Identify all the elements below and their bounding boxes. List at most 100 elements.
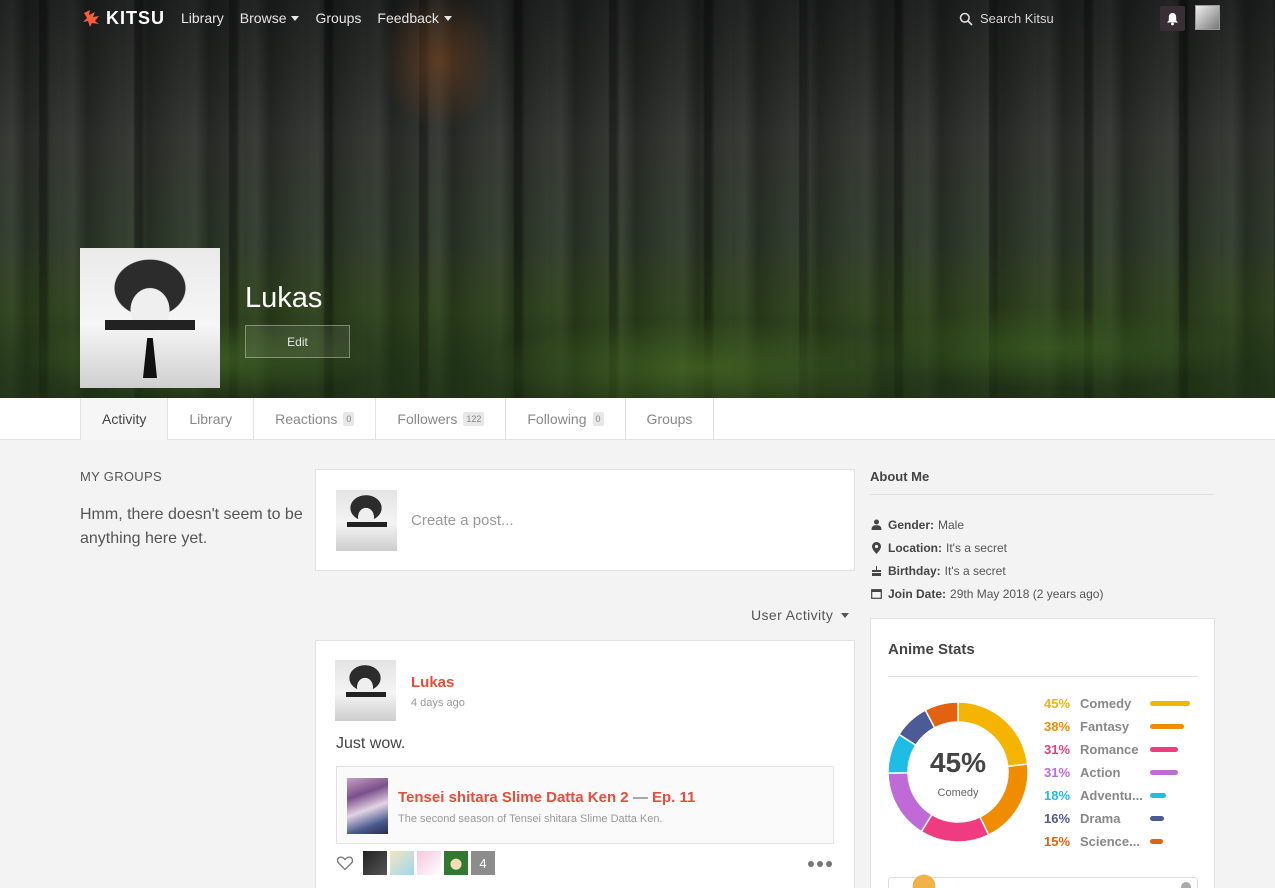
anime-stats-title: Anime Stats — [888, 641, 975, 658]
avatar[interactable] — [335, 660, 396, 721]
dot — [817, 861, 823, 867]
donut-center-label: Comedy — [937, 787, 979, 799]
activity-filter-label: User Activity — [751, 607, 834, 623]
post-author[interactable]: Lukas — [411, 674, 454, 691]
notifications-button[interactable] — [1160, 6, 1185, 31]
profile-tabs: Activity Library Reactions 0 Followers 1… — [80, 398, 715, 440]
cake-icon — [870, 565, 882, 577]
legend-item[interactable]: 15% Science... — [1044, 830, 1190, 853]
donut-slice-romance[interactable] — [920, 813, 990, 842]
legend-percent: 15% — [1044, 834, 1071, 849]
mascot-icon — [907, 868, 941, 888]
search-bar[interactable] — [959, 11, 1140, 26]
legend-genre: Action — [1080, 765, 1121, 780]
tab-activity[interactable]: Activity — [80, 398, 169, 440]
tab-followers[interactable]: Followers 122 — [376, 398, 507, 440]
tab-following[interactable]: Following 0 — [506, 398, 626, 440]
account-avatar[interactable] — [1195, 5, 1220, 30]
nav-groups-label: Groups — [315, 10, 362, 26]
legend-percent: 38% — [1044, 719, 1071, 734]
more-options-icon[interactable] — [808, 861, 832, 867]
legend-bar — [1150, 724, 1184, 729]
genre-legend: 45% Comedy 38% Fantasy 31% Romance 31% Action 18… — [1044, 692, 1190, 853]
reactor-avatar[interactable] — [417, 851, 441, 875]
tab-label: Groups — [646, 411, 693, 427]
profile-avatar — [80, 248, 220, 388]
about-join-date: Join Date: 29th May 2018 (2 years ago) — [870, 582, 1103, 605]
about-label: Join Date: — [888, 586, 947, 601]
heart-icon[interactable] — [336, 854, 354, 872]
tab-groups[interactable]: Groups — [626, 398, 715, 440]
stats-next-section — [888, 868, 1198, 888]
legend-genre: Adventu... — [1080, 788, 1143, 803]
tab-reactions[interactable]: Reactions 0 — [254, 398, 377, 440]
nav-browse-label: Browse — [239, 10, 287, 26]
divider — [870, 494, 1214, 495]
profile-name: Lukas — [245, 282, 323, 314]
reactor-avatar[interactable] — [390, 851, 414, 875]
tab-library[interactable]: Library — [168, 398, 255, 440]
donut-slice-action[interactable] — [888, 772, 933, 833]
legend-bar — [1150, 701, 1190, 706]
about-label: Location: — [888, 540, 942, 555]
activity-filter-dropdown[interactable]: User Activity — [751, 607, 850, 623]
media-description: The second season of Tensei shitara Slim… — [398, 813, 663, 825]
legend-bar — [1150, 747, 1178, 752]
anime-stats-card: Anime Stats 45% Comedy 45% Comedy 38% Fanta… — [870, 618, 1215, 888]
top-navbar: KITSU Library Browse Groups Feedback — [0, 0, 1275, 36]
nav-feedback[interactable]: Feedback — [377, 10, 452, 26]
legend-bar — [1150, 793, 1166, 798]
create-post-input[interactable] — [411, 512, 831, 529]
about-location: Location: It's a secret — [870, 536, 1103, 559]
legend-percent: 18% — [1044, 788, 1071, 803]
nav-feedback-label: Feedback — [377, 10, 439, 26]
legend-genre: Romance — [1080, 742, 1139, 757]
post-timestamp[interactable]: 4 days ago — [411, 697, 465, 709]
legend-item[interactable]: 16% Drama — [1044, 807, 1190, 830]
nav-library[interactable]: Library — [181, 10, 224, 26]
count-badge: 0 — [343, 412, 355, 426]
nav-groups[interactable]: Groups — [315, 10, 361, 26]
groups-empty-message: Hmm, there doesn't seem to be anything h… — [80, 506, 303, 547]
chevron-down-icon — [841, 612, 850, 618]
count-badge: 122 — [463, 412, 485, 426]
tab-label: Reactions — [275, 411, 338, 427]
about-label: Gender: — [888, 517, 935, 532]
avatar-detail — [143, 338, 157, 378]
media-title[interactable]: Tensei shitara Slime Datta Ken 2 — Ep. 1… — [398, 789, 695, 806]
about-value: It's a secret — [944, 563, 1006, 578]
edit-profile-button[interactable]: Edit — [245, 325, 350, 358]
nav-browse[interactable]: Browse — [240, 10, 300, 26]
help-icon[interactable] — [1181, 882, 1191, 888]
legend-item[interactable]: 18% Adventu... — [1044, 784, 1190, 807]
location-pin-icon — [870, 541, 882, 554]
legend-item[interactable]: 38% Fantasy — [1044, 715, 1190, 738]
tab-label: Following — [527, 411, 587, 427]
about-value: It's a secret — [946, 540, 1007, 555]
about-gender: Gender: Male — [870, 513, 1103, 536]
reactor-avatar[interactable] — [444, 851, 468, 875]
nav-library-label: Library — [181, 10, 224, 26]
more-reactions-count[interactable]: 4 — [471, 851, 495, 875]
about-me-heading: About Me — [870, 469, 930, 484]
tab-label: Followers — [397, 411, 458, 427]
media-title-text: Tensei shitara Slime Datta Ken 2 — [398, 789, 629, 806]
bell-icon — [1167, 12, 1178, 25]
media-embed[interactable]: Tensei shitara Slime Datta Ken 2 — Ep. 1… — [336, 766, 834, 844]
logo[interactable]: KITSU — [80, 7, 165, 29]
post-composer[interactable] — [315, 469, 855, 571]
main-nav: Library Browse Groups Feedback — [181, 10, 452, 26]
dot — [808, 861, 814, 867]
legend-percent: 31% — [1044, 742, 1071, 757]
search-icon — [959, 12, 973, 26]
about-birthday: Birthday: It's a secret — [870, 559, 1103, 582]
legend-item[interactable]: 31% Action — [1044, 761, 1190, 784]
reactor-avatar[interactable] — [363, 851, 387, 875]
search-input[interactable] — [980, 11, 1140, 26]
legend-item[interactable]: 45% Comedy — [1044, 692, 1190, 715]
legend-item[interactable]: 31% Romance — [1044, 738, 1190, 761]
about-value: 29th May 2018 (2 years ago) — [950, 586, 1104, 601]
logo-icon — [83, 10, 99, 27]
chevron-down-icon — [443, 15, 452, 21]
person-icon — [870, 519, 882, 531]
